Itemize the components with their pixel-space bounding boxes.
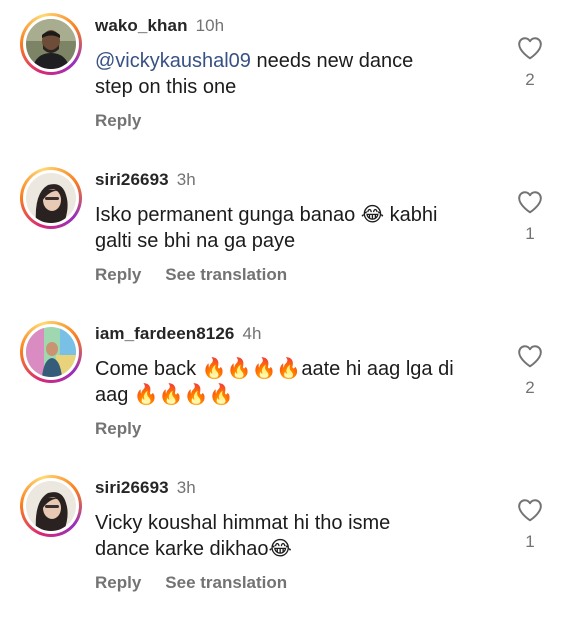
heart-outline-icon[interactable] xyxy=(517,190,543,214)
avatar-story-ring[interactable] xyxy=(20,13,82,75)
heart-outline-icon[interactable] xyxy=(517,498,543,522)
comment-actions: Reply See translation xyxy=(95,573,311,593)
comment-author[interactable]: iam_fardeen8126 4h xyxy=(95,324,262,344)
like-control: 2 xyxy=(515,344,545,398)
reply-button[interactable]: Reply xyxy=(95,265,141,284)
avatar xyxy=(26,327,76,377)
reply-button[interactable]: Reply xyxy=(95,419,141,438)
comment-text: Come back 🔥🔥🔥🔥aate hi aag lga di aag 🔥🔥🔥… xyxy=(95,356,495,408)
mention-link[interactable]: @vickykaushal09 xyxy=(95,50,251,72)
avatar xyxy=(26,19,76,69)
comment-text-line: Isko permanent gunga banao 😂 kabhi xyxy=(95,204,438,226)
comment-text-line: dance karke dikhao😂 xyxy=(95,538,292,560)
comment-actions: Reply xyxy=(95,419,165,439)
comment-actions: Reply xyxy=(95,111,165,131)
like-count: 2 xyxy=(525,378,535,397)
comment-actions: Reply See translation xyxy=(95,265,311,285)
username[interactable]: siri26693 xyxy=(95,478,169,497)
comment-text-line: Come back 🔥🔥🔥🔥aate hi aag lga di xyxy=(95,358,454,380)
avatar-story-ring[interactable] xyxy=(20,167,82,229)
comment-author[interactable]: siri26693 3h xyxy=(95,478,196,498)
comment-author[interactable]: siri26693 3h xyxy=(95,170,196,190)
like-control: 1 xyxy=(515,190,545,244)
timestamp: 10h xyxy=(195,16,225,35)
like-count: 1 xyxy=(525,224,535,243)
timestamp: 3h xyxy=(176,170,196,189)
comment-text-line: aag 🔥🔥🔥🔥 xyxy=(95,384,234,406)
avatar xyxy=(26,173,76,223)
comment-text: Vicky koushal himmat hi tho isme dance k… xyxy=(95,510,495,562)
comment-text: @vickykaushal09 needs new dance step on … xyxy=(95,48,495,100)
see-translation-button[interactable]: See translation xyxy=(165,573,287,592)
comment-text-line: needs new dance xyxy=(250,50,414,72)
comment-text: Isko permanent gunga banao 😂 kabhi galti… xyxy=(95,202,495,254)
username[interactable]: iam_fardeen8126 xyxy=(95,324,234,343)
heart-outline-icon[interactable] xyxy=(517,36,543,60)
reply-button[interactable]: Reply xyxy=(95,573,141,592)
timestamp: 3h xyxy=(176,478,196,497)
comment-text-line: galti se bhi na ga paye xyxy=(95,230,296,252)
see-translation-button[interactable]: See translation xyxy=(165,265,287,284)
avatar-story-ring[interactable] xyxy=(20,321,82,383)
timestamp: 4h xyxy=(242,324,262,343)
comment-author[interactable]: wako_khan 10h xyxy=(95,16,224,36)
like-control: 2 xyxy=(515,36,545,90)
avatar-story-ring[interactable] xyxy=(20,475,82,537)
heart-outline-icon[interactable] xyxy=(517,344,543,368)
username[interactable]: siri26693 xyxy=(95,170,169,189)
like-count: 1 xyxy=(525,532,535,551)
comment-text-line: step on this one xyxy=(95,76,237,98)
reply-button[interactable]: Reply xyxy=(95,111,141,130)
avatar xyxy=(26,481,76,531)
comment-text-line: Vicky koushal himmat hi tho isme xyxy=(95,512,391,534)
like-count: 2 xyxy=(525,70,535,89)
username[interactable]: wako_khan xyxy=(95,16,188,35)
like-control: 1 xyxy=(515,498,545,552)
